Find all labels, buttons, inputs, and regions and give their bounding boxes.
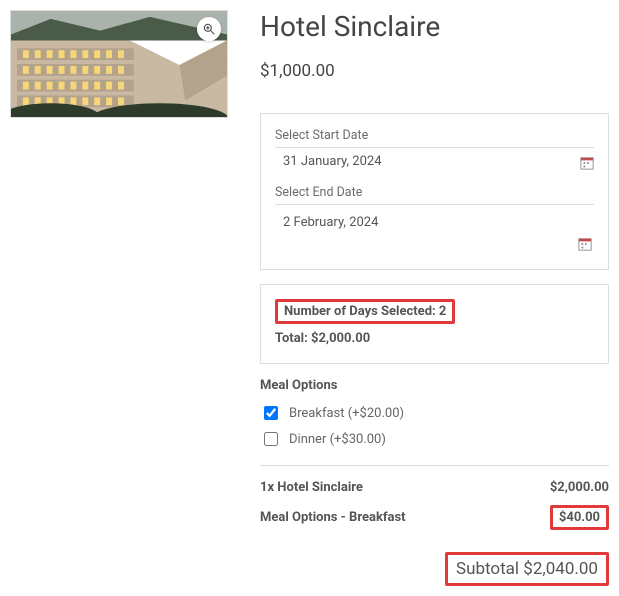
start-date-input[interactable]: 31 January, 2024 <box>275 154 382 169</box>
meal-option-label: Dinner (+$30.00) <box>289 432 386 447</box>
summary-total: Total: $2,000.00 <box>275 331 594 346</box>
totals-line-label: Meal Options - Breakfast <box>260 510 406 525</box>
subtotal: Subtotal $2,040.00 <box>445 552 609 586</box>
date-picker-box: Select Start Date 31 January, 2024 Selec… <box>260 113 609 270</box>
totals-line-value: $2,000.00 <box>550 480 609 495</box>
totals-section: 1x Hotel Sinclaire $2,000.00 Meal Option… <box>260 465 609 586</box>
subtotal-value: $2,040.00 <box>523 559 598 579</box>
meal-option-breakfast[interactable]: Breakfast (+$20.00) <box>260 403 609 423</box>
meal-option-label: Breakfast (+$20.00) <box>289 406 404 421</box>
end-date-label: Select End Date <box>275 185 594 205</box>
calendar-icon[interactable] <box>578 236 592 250</box>
product-price: $1,000.00 <box>260 61 609 81</box>
breakfast-checkbox[interactable] <box>264 406 278 420</box>
calendar-icon[interactable] <box>580 155 594 169</box>
zoom-icon[interactable] <box>197 17 221 41</box>
product-image[interactable] <box>10 10 228 118</box>
meal-options-heading: Meal Options <box>260 378 609 393</box>
totals-line: Meal Options - Breakfast $40.00 <box>260 505 609 530</box>
start-date-label: Select Start Date <box>275 128 594 148</box>
product-title: Hotel Sinclaire <box>260 10 609 43</box>
totals-line: 1x Hotel Sinclaire $2,000.00 <box>260 480 609 495</box>
days-selected: Number of Days Selected: 2 <box>275 299 455 324</box>
dinner-checkbox[interactable] <box>264 432 278 446</box>
meal-options-section: Meal Options Breakfast (+$20.00) Dinner … <box>260 378 609 449</box>
meal-option-dinner[interactable]: Dinner (+$30.00) <box>260 429 609 449</box>
totals-line-value: $40.00 <box>550 505 609 530</box>
summary-box: Number of Days Selected: 2 Total: $2,000… <box>260 284 609 364</box>
subtotal-label: Subtotal <box>456 559 519 579</box>
totals-line-label: 1x Hotel Sinclaire <box>260 480 363 495</box>
end-date-input[interactable]: 2 February, 2024 <box>275 215 378 230</box>
